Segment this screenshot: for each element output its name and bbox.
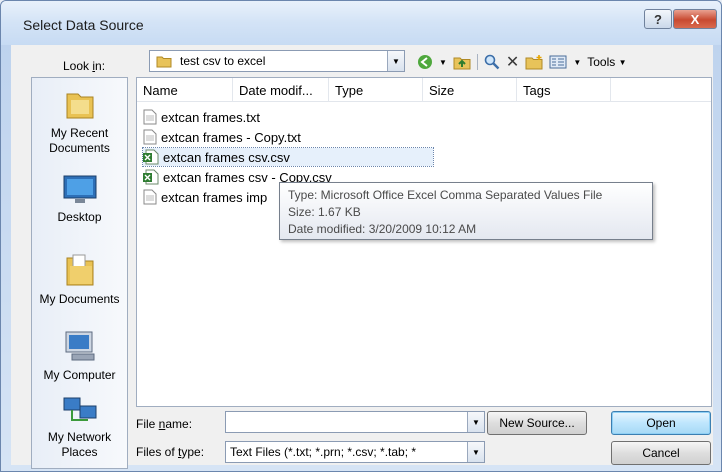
column-header-tags[interactable]: Tags [517,78,611,102]
views-icon[interactable] [549,55,567,69]
folder-icon [156,56,172,68]
tools-menu[interactable]: Tools ▼ [587,55,626,69]
tooltip-size: Size: 1.67 KB [288,205,361,219]
file-name: extcan frames imp [161,189,268,205]
tools-label: Tools [587,55,616,69]
new-folder-icon[interactable] [525,54,543,70]
file-name: extcan frames csv.csv [163,149,290,165]
place-my-documents[interactable]: My Documents [32,252,127,307]
place-network[interactable]: My Network Places [32,396,127,460]
text-file-icon [143,109,157,125]
chevron-down-icon: ▼ [618,57,627,67]
up-folder-icon[interactable] [453,54,471,70]
toolbar-separator [476,54,478,70]
text-file-icon [143,129,157,145]
place-label: My Documents [39,292,120,306]
title-bar[interactable]: Select Data Source ? X [1,1,721,45]
my-computer-icon [65,331,94,361]
views-dropdown-icon[interactable]: ▼ [573,58,581,67]
excel-csv-icon [143,149,159,165]
select-data-source-dialog: Select Data Source ? X Look in: test csv… [0,0,722,472]
network-places-icon [63,397,96,421]
tooltip-type: Type: Microsoft Office Excel Comma Separ… [288,188,603,202]
column-header-row: Name Date modif... Type Size Tags [137,78,711,102]
list-item-selected[interactable]: extcan frames csv.csv [142,147,434,167]
open-button[interactable]: Open [611,411,711,435]
look-in-value: test csv to excel [180,54,266,68]
file-name: extcan frames - Copy.txt [161,129,301,145]
file-list[interactable]: Name Date modif... Type Size Tags extcan… [136,77,712,407]
place-label: My Computer [43,368,116,382]
back-icon[interactable] [417,54,433,70]
delete-icon[interactable]: ✕ [506,52,519,72]
excel-csv-icon [143,169,159,185]
search-web-icon[interactable] [484,54,500,70]
recent-documents-icon [66,93,93,119]
column-header-name[interactable]: Name [137,78,233,102]
place-recent-documents[interactable]: My Recent Documents [32,88,127,156]
place-label: Desktop [57,210,102,224]
list-item[interactable]: extcan frames - Copy.txt [143,128,301,146]
new-source-button[interactable]: New Source... [487,411,587,435]
file-name-input[interactable]: ▼ [225,411,485,433]
close-icon: X [690,11,700,27]
place-my-computer[interactable]: My Computer [32,330,127,383]
file-type-value: Text Files (*.txt; *.prn; *.csv; *.tab; … [230,445,417,459]
file-type-select[interactable]: Text Files (*.txt; *.prn; *.csv; *.tab; … [225,441,485,463]
dialog-body: Look in: test csv to excel ▼ ▼ ✕ ▼ Tools… [11,45,713,469]
tooltip-date: Date modified: 3/20/2009 10:12 AM [288,222,477,236]
file-name-label: File name: [136,417,193,431]
text-file-icon [143,189,157,205]
help-icon: ? [654,11,662,27]
file-name: extcan frames.txt [161,109,260,125]
look-in-label: Look in: [63,59,106,73]
cancel-button[interactable]: Cancel [611,441,711,465]
file-info-tooltip: Type: Microsoft Office Excel Comma Separ… [279,182,653,240]
list-item[interactable]: extcan frames imp [143,188,267,206]
my-documents-icon [66,254,93,286]
toolbar: ▼ ✕ ▼ Tools ▼ [417,52,627,72]
chevron-down-icon[interactable]: ▼ [467,412,484,432]
place-label: My Network Places [47,430,112,459]
help-button[interactable]: ? [644,9,672,29]
place-desktop[interactable]: Desktop [32,174,127,225]
look-in-combo[interactable]: test csv to excel ▼ [149,50,405,72]
dialog-title: Select Data Source [23,17,144,33]
column-header-size[interactable]: Size [423,78,517,102]
column-header-date[interactable]: Date modif... [233,78,329,102]
place-label: My Recent Documents [49,126,110,155]
list-item[interactable]: extcan frames.txt [143,108,260,126]
column-header-type[interactable]: Type [329,78,423,102]
places-bar: My Recent Documents Desktop My Documents… [31,77,128,469]
dropdown-arrow-icon[interactable]: ▼ [439,58,447,67]
desktop-icon [63,175,96,203]
chevron-down-icon[interactable]: ▼ [467,442,484,462]
chevron-down-icon[interactable]: ▼ [387,51,404,71]
close-button[interactable]: X [673,9,717,29]
file-type-label: Files of type: [136,445,205,459]
